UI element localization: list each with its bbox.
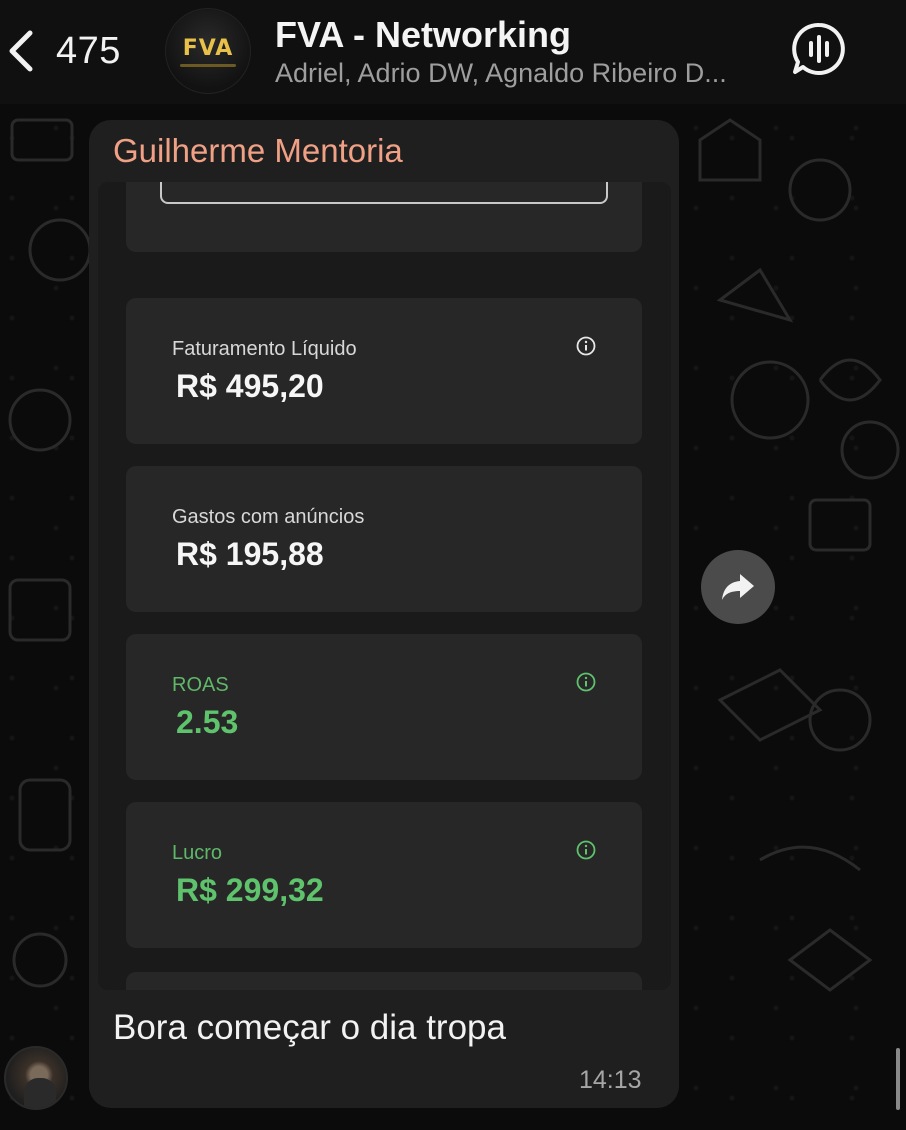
message-time: 14:13 [579,1066,642,1094]
scrollbar[interactable] [896,1048,900,1110]
back-button[interactable]: 475 [4,24,134,78]
message-image[interactable]: Faturamento Líquido R$ 495,20 Gastos com… [98,182,671,990]
cropped-input-outline [160,182,608,204]
cropped-card [126,972,642,990]
metric-value: R$ 195,88 [176,536,324,572]
sender-avatar[interactable] [4,1046,68,1110]
metric-card-lucro: Lucro R$ 299,32 [126,802,642,948]
cropped-field [126,182,642,252]
info-icon [576,840,596,860]
group-logo-text: FVA [182,35,234,61]
metric-label: Gastos com anúncios [172,506,365,528]
forward-arrow-icon [722,574,754,600]
metric-card-gastos: Gastos com anúncios R$ 195,88 [126,466,642,612]
sender-name[interactable]: Guilherme Mentoria [113,132,403,170]
metric-label: Lucro [172,842,223,864]
group-logo-underline [180,63,236,67]
metric-value: 2.53 [176,704,239,740]
chat-title[interactable]: FVA - Networking [275,14,571,56]
metric-value: R$ 495,20 [176,368,324,404]
voice-chat-icon[interactable] [790,20,848,78]
chat-participants[interactable]: Adriel, Adrio DW, Agnaldo Ribeiro D... [275,58,727,89]
unread-count: 475 [56,29,121,72]
message-caption: Bora começar o dia tropa [113,1008,506,1047]
group-avatar[interactable]: FVA [165,8,251,94]
metric-label: ROAS [172,674,229,696]
info-icon [576,672,596,692]
chevron-left-icon [9,30,33,72]
forward-button[interactable] [701,550,775,624]
avatar-silhouette [24,1078,56,1108]
metric-label: Faturamento Líquido [172,338,357,360]
metric-card-roas: ROAS 2.53 [126,634,642,780]
metric-value: R$ 299,32 [176,872,324,908]
chat-header: 475 FVA FVA - Networking Adriel, Adrio D… [0,0,906,104]
info-icon [576,336,596,356]
metric-card-faturamento: Faturamento Líquido R$ 495,20 [126,298,642,444]
